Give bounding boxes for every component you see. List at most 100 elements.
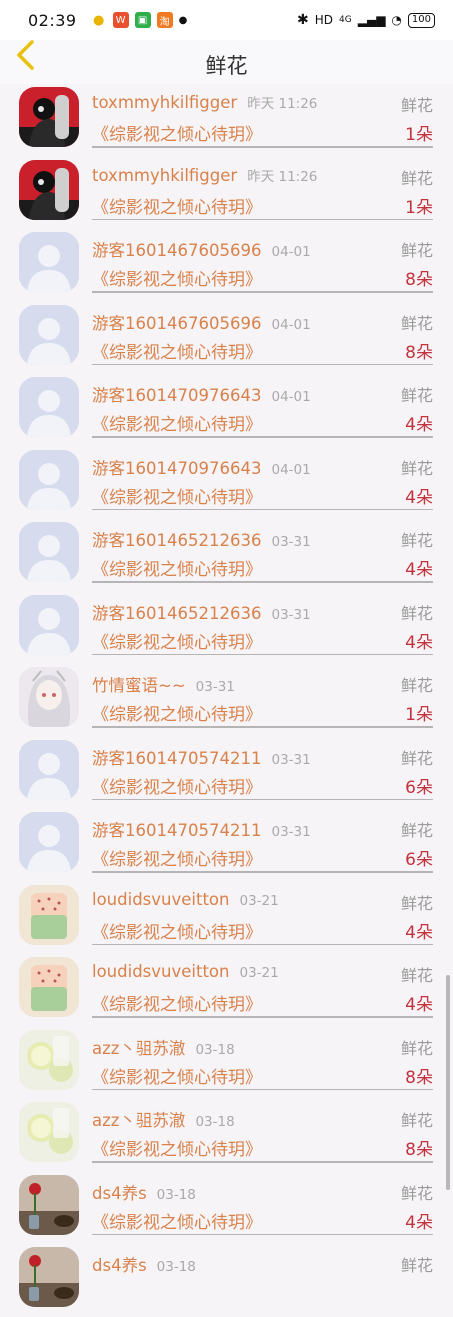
divider [92, 508, 433, 510]
list-item[interactable]: toxmmyhkilfigger 昨天 11:26 鲜花 《综影视之倾心待玥》 1朵 [0, 157, 453, 230]
list-item[interactable]: 游客1601470976643 04-01 鲜花 《综影视之倾心待玥》 4朵 [0, 447, 453, 520]
book-title[interactable]: 《综影视之倾心待玥》 [92, 410, 262, 435]
flower-count: 8朵 [405, 1140, 433, 1160]
avatar[interactable] [19, 594, 79, 655]
date-label: 03-21 [239, 965, 279, 981]
list-item[interactable]: ds4养s 03-18 鲜花 [0, 1244, 453, 1317]
avatar[interactable] [19, 884, 79, 945]
username[interactable]: azz丶驵苏澈 03-18 [92, 1107, 235, 1131]
username[interactable]: loudidsvuveitton 03-21 [92, 962, 279, 981]
gift-type: 鲜花 [400, 1038, 433, 1058]
flower-record-list[interactable]: toxmmyhkilfigger 昨天 11:26 鲜花 《综影视之倾心待玥》 1朵 to… [0, 84, 453, 1317]
username-text: loudidsvuveitton [92, 889, 230, 909]
username[interactable]: loudidsvuveitton 03-21 [92, 890, 279, 909]
book-title[interactable]: 《综影视之倾心待玥》 [92, 1208, 262, 1233]
flower-count: 4朵 [405, 1212, 433, 1233]
list-item[interactable]: 游客1601467605696 04-01 鲜花 《综影视之倾心待玥》 8朵 [0, 229, 453, 302]
avatar[interactable] [19, 1029, 79, 1090]
username[interactable]: toxmmyhkilfigger 昨天 11:26 [92, 92, 317, 112]
avatar[interactable] [19, 304, 79, 365]
date-label: 昨天 11:26 [247, 168, 318, 185]
book-title[interactable]: 《综影视之倾心待玥》 [92, 265, 262, 290]
username[interactable]: 游客1601465212636 03-31 [92, 600, 311, 624]
list-item[interactable]: toxmmyhkilfigger 昨天 11:26 鲜花 《综影视之倾心待玥》 1朵 [0, 84, 453, 157]
avatar[interactable] [19, 1247, 79, 1307]
divider [92, 218, 433, 220]
book-title[interactable]: 《综影视之倾心待玥》 [92, 918, 262, 943]
list-item[interactable]: 游客1601467605696 04-01 鲜花 《综影视之倾心待玥》 8朵 [0, 302, 453, 375]
flower-count: 6朵 [405, 777, 433, 798]
avatar[interactable] [19, 522, 79, 582]
hd-label: HD [314, 13, 334, 27]
flower-count: 1朵 [405, 705, 433, 725]
list-item[interactable]: ds4养s 03-18 鲜花 《综影视之倾心待玥》 4朵 [0, 1172, 453, 1245]
username[interactable]: ds4养s 03-18 [92, 1252, 196, 1276]
list-item[interactable]: loudidsvuveitton 03-21 鲜花 《综影视之倾心待玥》 4朵 [0, 954, 453, 1027]
username-text: toxmmyhkilfigger [92, 93, 238, 112]
gift-type: 鲜花 [400, 386, 433, 405]
back-button[interactable] [10, 40, 40, 70]
avatar[interactable] [19, 377, 79, 437]
scrollbar[interactable] [446, 975, 450, 1190]
username-text: ds4养s [92, 1183, 147, 1203]
book-title[interactable]: 《综影视之倾心待玥》 [92, 1135, 262, 1160]
book-title[interactable]: 《综影视之倾心待玥》 [92, 120, 262, 145]
taobao-icon: 淘 [156, 12, 173, 28]
username[interactable]: 游客1601470574211 03-31 [92, 817, 311, 841]
gift-type: 鲜花 [400, 966, 433, 985]
avatar[interactable] [19, 812, 79, 872]
username[interactable]: 游客1601465212636 03-31 [92, 527, 311, 551]
avatar[interactable] [19, 449, 79, 510]
avatar[interactable] [19, 667, 79, 727]
book-title[interactable]: 《综影视之倾心待玥》 [92, 555, 262, 580]
list-item[interactable]: 竹情蜜语~~ 03-31 鲜花 《综影视之倾心待玥》 1朵 [0, 664, 453, 737]
list-item[interactable]: azz丶驵苏澈 03-18 鲜花 《综影视之倾心待玥》 8朵 [0, 1027, 453, 1100]
avatar[interactable] [19, 1102, 79, 1162]
username[interactable]: azz丶驵苏澈 03-18 [92, 1035, 235, 1059]
username[interactable]: 游客1601467605696 04-01 [92, 310, 311, 334]
username[interactable]: 游客1601470976643 04-01 [92, 382, 311, 406]
divider [92, 581, 433, 583]
book-title[interactable]: 《综影视之倾心待玥》 [92, 845, 262, 870]
list-item[interactable]: 游客1601470976643 04-01 鲜花《综影视之倾心待玥》 4朵 [0, 374, 453, 447]
date-label: 03-18 [195, 1114, 235, 1130]
username[interactable]: ds4养s 03-18 [92, 1180, 196, 1204]
book-title[interactable]: 《综影视之倾心待玥》 [92, 990, 262, 1015]
list-item[interactable]: 游客1601470574211 03-31 鲜花 《综影视之倾心待玥》 6朵 [0, 737, 453, 810]
username-text: loudidsvuveitton [92, 962, 230, 981]
book-title[interactable]: 《综影视之倾心待玥》 [92, 338, 262, 363]
flower-count: 6朵 [405, 850, 433, 870]
flower-count: 4朵 [405, 415, 433, 435]
username[interactable]: 游客1601470574211 03-31 [92, 745, 311, 769]
book-title[interactable]: 《综影视之倾心待玥》 [92, 700, 262, 725]
username[interactable]: 游客1601470976643 04-01 [92, 455, 311, 479]
book-title[interactable]: 《综影视之倾心待玥》 [92, 773, 262, 798]
wifi-icon: ◔ [391, 13, 402, 27]
username[interactable]: toxmmyhkilfigger 昨天 11:26 [92, 165, 317, 185]
list-item[interactable]: loudidsvuveitton 03-21 鲜花 《综影视之倾心待玥》 4朵 [0, 882, 453, 955]
book-title[interactable]: 《综影视之倾心待玥》 [92, 1063, 262, 1088]
list-item[interactable]: 游客1601470574211 03-31 鲜花 《综影视之倾心待玥》 6朵 [0, 809, 453, 882]
list-item[interactable]: azz丶驵苏澈 03-18 鲜花 《综影视之倾心待玥》 8朵 [0, 1099, 453, 1172]
notification-icons: ● W ▣ 淘 ● [91, 12, 187, 28]
list-item[interactable]: 游客1601465212636 03-31 鲜花 《综影视之倾心待玥》 4朵 [0, 519, 453, 592]
avatar[interactable] [19, 739, 79, 800]
avatar[interactable] [19, 159, 79, 220]
username-text: 游客1601465212636 [92, 531, 262, 550]
page-title: 鲜花 [205, 54, 248, 78]
book-title[interactable]: 《综影视之倾心待玥》 [92, 193, 262, 218]
avatar[interactable] [19, 232, 79, 292]
status-right: ✱ HD 4G ▂▄▆ ◔ 100 [297, 12, 435, 28]
username[interactable]: 游客1601467605696 04-01 [92, 237, 311, 261]
avatar[interactable] [19, 87, 79, 147]
book-title[interactable]: 《综影视之倾心待玥》 [92, 483, 262, 508]
book-title[interactable]: 《综影视之倾心待玥》 [92, 628, 262, 653]
username[interactable]: 竹情蜜语~~ 03-31 [92, 672, 235, 696]
flower-count: 8朵 [405, 270, 433, 290]
date-label: 03-31 [271, 751, 311, 768]
list-item[interactable]: 游客1601465212636 03-31 鲜花 《综影视之倾心待玥》 4朵 [0, 592, 453, 665]
username-text: 游客1601467605696 [92, 313, 262, 333]
avatar[interactable] [19, 957, 79, 1017]
avatar[interactable] [19, 1174, 79, 1235]
divider [92, 1088, 433, 1090]
